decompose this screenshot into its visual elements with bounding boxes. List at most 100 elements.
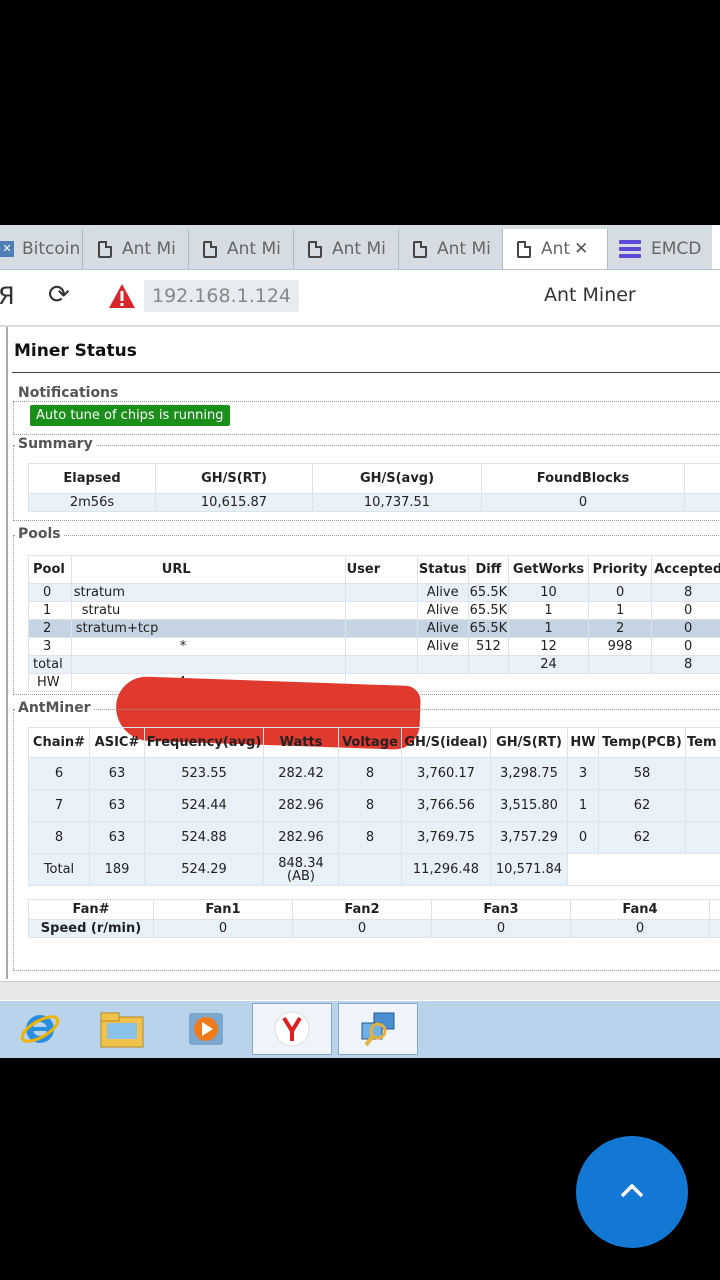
pool-priority: 0 xyxy=(587,583,653,602)
chain-ideal: 3,769.75 xyxy=(401,821,491,854)
pools-header: Accepted xyxy=(651,555,720,584)
document-icon xyxy=(517,240,531,258)
chain-asic: 63 xyxy=(89,757,145,790)
fan-speed: 0 xyxy=(153,919,293,938)
antminer-header: HW xyxy=(567,727,599,758)
internet-explorer-icon[interactable] xyxy=(0,1003,80,1055)
chain-rt: 3,515.80 xyxy=(490,789,568,822)
total-freq: 524.29 xyxy=(144,853,264,886)
antminer-header: GH/S(RT) xyxy=(490,727,568,758)
chain-freq: 524.44 xyxy=(144,789,264,822)
heading-divider xyxy=(12,372,720,373)
chain-watts: 282.42 xyxy=(263,757,339,790)
pool-user xyxy=(344,619,418,638)
total-asic: 189 xyxy=(89,853,145,886)
antminer-header: Watts xyxy=(263,727,339,758)
tab-emcd[interactable]: EMCD xyxy=(607,229,713,269)
network-tool-icon[interactable] xyxy=(338,1003,418,1055)
pool-diff: 512 xyxy=(467,637,510,656)
pool-status: Alive xyxy=(416,583,469,602)
warning-icon[interactable] xyxy=(108,283,136,309)
chain-row: 8 63 524.88 282.96 8 3,769.75 3,757.29 0… xyxy=(28,821,720,854)
page-left-border xyxy=(6,327,8,979)
antminer-header: ASIC# xyxy=(89,727,145,758)
total-rt: 10,571.84 xyxy=(490,853,568,886)
scroll-to-top-button[interactable] xyxy=(576,1136,688,1248)
total-ideal: 11,296.48 xyxy=(401,853,491,886)
pool-priority: 998 xyxy=(587,637,653,656)
horizontal-scrollbar[interactable] xyxy=(0,981,720,1000)
chain-blank xyxy=(685,789,720,822)
antminer-legend: AntMiner xyxy=(16,700,93,716)
fan-speed: 0 xyxy=(431,919,571,938)
url-field[interactable]: 192.168.1.124 xyxy=(144,280,300,312)
fan-table: Fan# Fan1 Fan2 Fan3 Fan4 Speed (r/min) 0… xyxy=(28,899,720,938)
pool-row[interactable]: 3 * Alive 512 12 998 0 xyxy=(28,637,720,656)
tab-ant-miner-active[interactable]: Ant ✕ xyxy=(502,229,608,269)
media-player-icon[interactable] xyxy=(166,1003,246,1055)
summary-header: GH/S(avg) xyxy=(312,463,482,494)
pool-status: Alive xyxy=(416,619,469,638)
screenshot-area: ✕ Bitcoin Ant Mi Ant Mi Ant Mi Ant Mi An… xyxy=(0,225,720,1058)
yandex-browser-icon[interactable] xyxy=(252,1003,332,1055)
pool-priority: 1 xyxy=(587,601,653,620)
fan-speed-blank xyxy=(709,919,720,938)
total-watts-cell: 848.34 (AB) xyxy=(263,853,339,886)
fan-header-blank xyxy=(709,899,720,920)
pools-header: Status xyxy=(416,555,469,584)
tab-ant-miner-2[interactable]: Ant Mi xyxy=(189,229,294,269)
yandex-back-glyph[interactable]: Я xyxy=(0,282,15,310)
pool-accepted: 0 xyxy=(651,637,720,656)
pool-status: Alive xyxy=(416,637,469,656)
pool-row[interactable]: 0 stratum Alive 65.5K 10 0 8 xyxy=(28,583,720,602)
summary-table: Elapsed GH/S(RT) GH/S(avg) FoundBlocks 2… xyxy=(28,463,720,512)
pool-total-accepted: 8 xyxy=(651,655,720,674)
miner-status-heading: Miner Status xyxy=(14,341,137,361)
antminer-table: Chain# ASIC# Frequency(avg) Watts Voltag… xyxy=(28,727,720,886)
reload-icon[interactable]: ⟳ xyxy=(48,280,70,310)
pool-row-selected[interactable]: 2 stratum+tcp Alive 65.5K 1 2 0 xyxy=(28,619,720,638)
windows-taskbar xyxy=(0,1001,720,1058)
pool-row[interactable]: 1 stratu Alive 65.5K 1 1 0 xyxy=(28,601,720,620)
pools-header: Diff xyxy=(467,555,510,584)
pool-diff: 65.5K xyxy=(467,601,510,620)
chain-temp: 62 xyxy=(598,821,686,854)
pool-diff: 65.5K xyxy=(467,619,510,638)
chain-freq: 523.55 xyxy=(144,757,264,790)
miner-status-page: Miner Status Notifications Auto tune of … xyxy=(0,327,720,979)
pool-total-blank xyxy=(587,655,653,674)
summary-value: 10,615.87 xyxy=(155,493,313,512)
close-tab-icon[interactable]: ✕ xyxy=(574,239,588,259)
chain-row: 7 63 524.44 282.96 8 3,766.56 3,515.80 1… xyxy=(28,789,720,822)
pool-total-row: total 24 8 xyxy=(28,655,720,674)
antminer-header: Chain# xyxy=(28,727,90,758)
tab-label: EMCD xyxy=(651,239,702,259)
pool-getworks: 1 xyxy=(508,601,589,620)
pool-index: 0 xyxy=(28,583,72,602)
chain-voltage: 8 xyxy=(338,789,402,822)
fan-speed: 0 xyxy=(570,919,710,938)
pool-total-getworks: 24 xyxy=(508,655,589,674)
tab-ant-miner-4[interactable]: Ant Mi xyxy=(399,229,504,269)
document-icon xyxy=(203,240,217,258)
chain-hw: 0 xyxy=(567,821,599,854)
summary-value: 0 xyxy=(481,493,685,512)
tab-edge xyxy=(712,225,720,269)
pool-priority: 2 xyxy=(587,619,653,638)
tab-label: Ant Mi xyxy=(332,239,386,259)
pools-table: Pool URL User Status Diff GetWorks Prior… xyxy=(28,555,720,692)
chain-ideal: 3,760.17 xyxy=(401,757,491,790)
fan-header: Fan3 xyxy=(431,899,571,920)
tab-ant-miner-3[interactable]: Ant Mi xyxy=(294,229,399,269)
chain-voltage: 8 xyxy=(338,821,402,854)
summary-value: 10,737.51 xyxy=(312,493,482,512)
pools-header: Priority xyxy=(587,555,653,584)
tab-bitcoin[interactable]: ✕ Bitcoin xyxy=(0,229,83,269)
summary-header: FoundBlocks xyxy=(481,463,685,494)
total-watts-note: (AB) xyxy=(287,868,315,884)
tab-ant-miner-1[interactable]: Ant Mi xyxy=(84,229,189,269)
chevron-up-icon xyxy=(620,1183,644,1198)
file-explorer-icon[interactable] xyxy=(82,1003,162,1055)
pool-status: Alive xyxy=(416,601,469,620)
pool-getworks: 1 xyxy=(508,619,589,638)
